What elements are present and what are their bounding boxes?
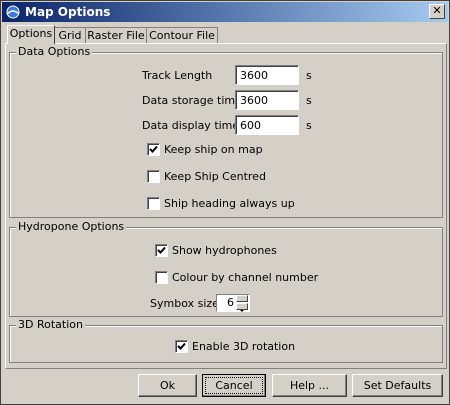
- storage-time-input[interactable]: 3600: [235, 90, 299, 110]
- display-time-unit: s: [306, 119, 312, 132]
- ship-heading-up-checkbox[interactable]: [147, 197, 160, 210]
- track-length-label: Track Length: [142, 69, 213, 82]
- data-options-title: Data Options: [16, 45, 93, 58]
- symbol-size-value: 6: [227, 296, 234, 309]
- hydrophone-options-group: Hydropone Options Show hydrophones Colou…: [9, 220, 443, 317]
- track-length-unit: s: [306, 69, 312, 82]
- keep-ship-on-map-label: Keep ship on map: [164, 143, 263, 156]
- hydrophone-options-title: Hydropone Options: [16, 220, 127, 233]
- checkmark-icon: [149, 145, 158, 153]
- options-panel: Data Options Track Length 3600 s Data st…: [5, 43, 447, 369]
- checkmark-icon: [177, 342, 186, 350]
- data-options-group: Data Options Track Length 3600 s Data st…: [9, 45, 443, 218]
- tab-raster-file[interactable]: Raster File: [85, 27, 147, 44]
- close-icon: ✕: [432, 4, 442, 17]
- keep-ship-centred-label: Keep Ship Centred: [164, 170, 266, 183]
- enable-3d-rotation-label: Enable 3D rotation: [192, 340, 296, 353]
- map-options-dialog: Map Options ✕ Options Grid Raster File C…: [0, 0, 450, 405]
- help-button[interactable]: Help ...: [272, 374, 347, 397]
- symbol-size-label: Symbox size: [150, 297, 219, 310]
- ship-heading-up-label: Ship heading always up: [164, 197, 295, 210]
- title-bar: Map Options ✕: [2, 2, 448, 22]
- rotation-group: 3D Rotation Enable 3D rotation: [9, 318, 443, 363]
- tab-grid[interactable]: Grid: [54, 27, 86, 44]
- arrow-down-icon: [240, 310, 244, 312]
- spin-up-button[interactable]: [236, 295, 248, 305]
- colour-by-channel-label: Colour by channel number: [172, 271, 319, 284]
- storage-time-unit: s: [306, 94, 312, 107]
- show-hydrophones-checkbox[interactable]: [155, 244, 168, 257]
- display-time-input[interactable]: 600: [235, 115, 299, 135]
- checkmark-icon: [157, 246, 166, 254]
- display-time-label: Data display time: [142, 119, 240, 132]
- keep-ship-on-map-checkbox[interactable]: [147, 143, 160, 156]
- track-length-input[interactable]: 3600: [235, 65, 299, 85]
- colour-by-channel-checkbox[interactable]: [155, 271, 168, 284]
- storage-time-label: Data storage time: [142, 94, 242, 107]
- close-button[interactable]: ✕: [429, 4, 445, 19]
- tab-options[interactable]: Options: [7, 25, 55, 44]
- show-hydrophones-label: Show hydrophones: [172, 244, 277, 257]
- ok-button[interactable]: Ok: [138, 374, 197, 397]
- tab-contour-file[interactable]: Contour File: [146, 27, 218, 44]
- spin-down-button[interactable]: [236, 303, 248, 312]
- window-title: Map Options: [25, 5, 111, 19]
- symbol-size-spinner[interactable]: 6: [216, 294, 250, 312]
- enable-3d-rotation-checkbox[interactable]: [175, 340, 188, 353]
- set-defaults-button[interactable]: Set Defaults: [352, 374, 443, 397]
- rotation-title: 3D Rotation: [16, 318, 85, 331]
- keep-ship-centred-checkbox[interactable]: [147, 170, 160, 183]
- cancel-button[interactable]: Cancel: [202, 374, 266, 397]
- app-icon: [5, 4, 21, 20]
